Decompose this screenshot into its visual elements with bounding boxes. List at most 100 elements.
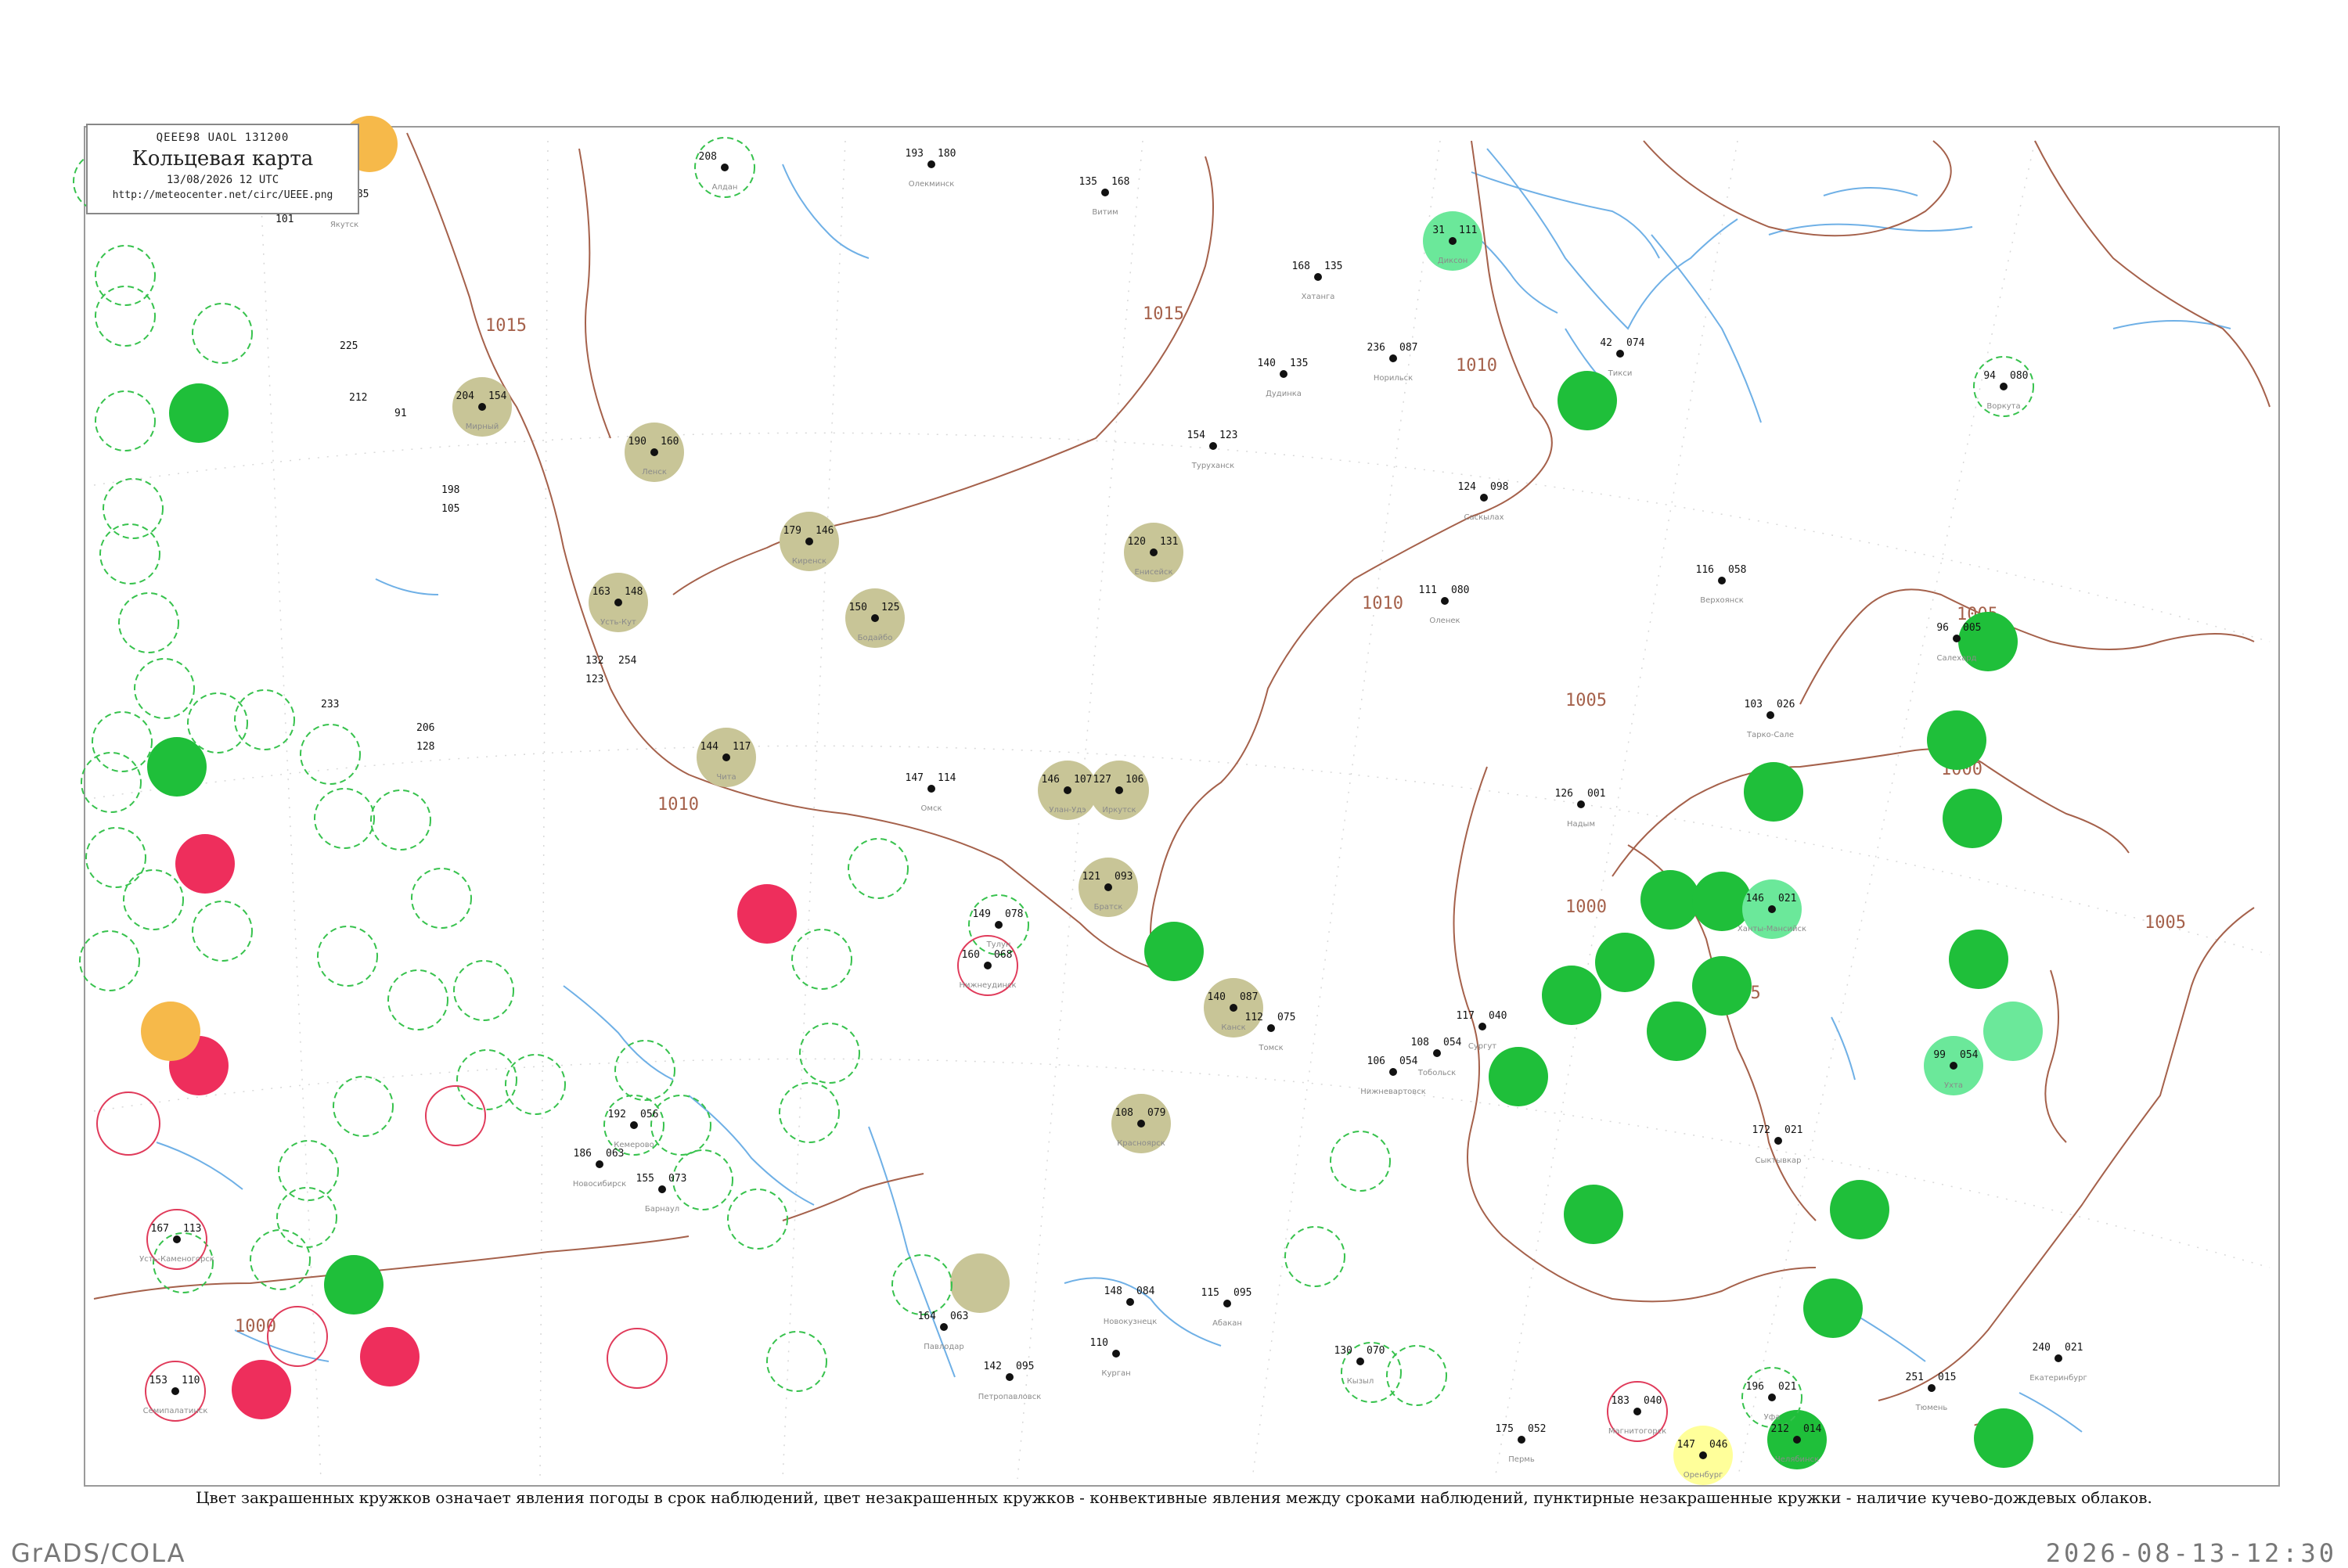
station-pressure: 040 (1644, 1395, 1662, 1407)
station: 111 080 Оленек (1419, 584, 1470, 625)
ring-red (360, 1327, 420, 1386)
station-name: Канск (1221, 1023, 1245, 1032)
station: 112 075 Томск (1245, 1012, 1296, 1052)
station-name: Ханты-Мансийск (1738, 925, 1806, 933)
ring-cb (779, 1082, 840, 1143)
synoptic-ring-map: 1015 1015 1010 1010 1010 1005 1005 1000 … (73, 116, 2280, 1487)
ring-cb (333, 1076, 394, 1137)
station-pressure: 056 (640, 1109, 658, 1120)
ring-cb (456, 1049, 517, 1110)
station-name: Надым (1567, 820, 1595, 829)
station-name: Олекминск (909, 180, 955, 189)
station-temp: 196 (1746, 1381, 1764, 1393)
station-name: Усть-Кут (600, 618, 636, 627)
ring-green (1647, 1002, 1706, 1061)
station-name: Чита (716, 773, 736, 782)
station-pressure: 135 (1324, 261, 1342, 272)
station-name: Тарко-Сале (1746, 731, 1794, 739)
station-temp: 163 (592, 586, 610, 598)
station-pressure: 148 (625, 586, 643, 598)
station-pressure: 052 (1528, 1423, 1546, 1435)
ring-cb (317, 926, 378, 987)
station: 116 058 Верхоянск (1696, 564, 1747, 605)
station-temp: 130 (1334, 1345, 1352, 1357)
station-name: Красноярск (1117, 1139, 1165, 1148)
station-temp: 108 (1411, 1037, 1429, 1048)
station-pressure: 021 (1778, 893, 1796, 904)
ring-cb (123, 869, 184, 930)
station-pressure: 058 (1728, 564, 1746, 576)
ring-green (1564, 1185, 1623, 1244)
ring-red (737, 884, 797, 944)
station-temp: 117 (1457, 1010, 1475, 1022)
station-pressure: 074 (1626, 337, 1645, 349)
plain-number: 128 (416, 741, 434, 753)
bulletin-code: QEEE98 UAOL 131200 (156, 131, 290, 144)
station-pressure: 063 (950, 1311, 968, 1322)
station-temp: 135 (1079, 176, 1097, 188)
station-pressure: 079 (1147, 1107, 1165, 1119)
station-pressure: 054 (1960, 1049, 1979, 1061)
ring-cb (453, 960, 514, 1021)
ring-cb (99, 523, 160, 584)
station: 147 114 Омск (906, 772, 956, 813)
station: 155 073 Барнаул (636, 1173, 687, 1214)
station-name: Тикси (1608, 369, 1633, 378)
station-temp: 31 (1432, 225, 1445, 236)
station-temp: 167 (151, 1223, 169, 1235)
ring-green (1943, 789, 2002, 848)
ring-cb (891, 1254, 953, 1315)
station-pressure: 021 (1784, 1124, 1802, 1136)
station-temp: 183 (1612, 1395, 1630, 1407)
station: 126 001 Надым (1555, 788, 1606, 829)
station: 172 021 Сыктывкар (1752, 1124, 1803, 1165)
ring-lightgreen (1983, 1002, 2043, 1061)
station-pressure: 070 (1367, 1345, 1385, 1357)
station-temp: 212 (1771, 1423, 1789, 1435)
station-temp: 144 (700, 741, 719, 753)
ring-cb (118, 592, 179, 653)
ring-cb (387, 969, 448, 1030)
plain-number: 233 (321, 699, 339, 710)
ring-green (1949, 930, 2008, 989)
plain-number: 225 (340, 340, 358, 352)
station-temp: 179 (783, 525, 801, 537)
isobar-label: 1005 (1565, 691, 1607, 710)
station-temp: 150 (849, 602, 867, 613)
station-pressure: 014 (1803, 1423, 1822, 1435)
station-pressure: 098 (1490, 481, 1508, 493)
station-pressure: 026 (1777, 699, 1795, 710)
station-temp: 120 (1128, 536, 1146, 548)
station-temp: 204 (456, 390, 475, 402)
station-pressure: 106 (1125, 774, 1143, 786)
station-name: Екатеринбург (2029, 1374, 2087, 1383)
station-name: Челябинск (1775, 1455, 1819, 1464)
ring-green (1542, 966, 1601, 1025)
station-temp: 147 (906, 772, 924, 784)
station-temp: 251 (1906, 1372, 1924, 1383)
station-name: Нижнеудинск (959, 981, 1016, 990)
station-pressure: 111 (1459, 225, 1477, 236)
isobar-label: 1010 (657, 795, 699, 815)
ring-red (232, 1360, 291, 1419)
ring-cb (1330, 1131, 1391, 1192)
isobar-label: 1015 (485, 316, 527, 336)
station-name: Оленек (1429, 617, 1460, 625)
station: 175 052 Пермь (1496, 1423, 1547, 1464)
station-pressure: 095 (1016, 1361, 1034, 1372)
ring-convective (425, 1085, 486, 1146)
plain-number: 123 (585, 674, 603, 685)
station-temp: 103 (1745, 699, 1763, 710)
ring-convective (96, 1091, 160, 1156)
ring-cb (411, 868, 472, 929)
map-caption: Цвет закрашенных кружков означает явлени… (196, 1488, 2152, 1507)
station-pressure: 110 (182, 1375, 200, 1386)
station-pressure: 054 (1443, 1037, 1462, 1048)
station-pressure: 123 (1219, 430, 1237, 441)
station-name: Улан-Удэ (1049, 806, 1086, 815)
station-name: Хатанга (1302, 293, 1335, 301)
station-name: Енисейск (1134, 568, 1172, 577)
station-temp: 172 (1752, 1124, 1770, 1136)
plain-number: 101 (275, 214, 294, 225)
station-name: Алдан (712, 183, 738, 192)
